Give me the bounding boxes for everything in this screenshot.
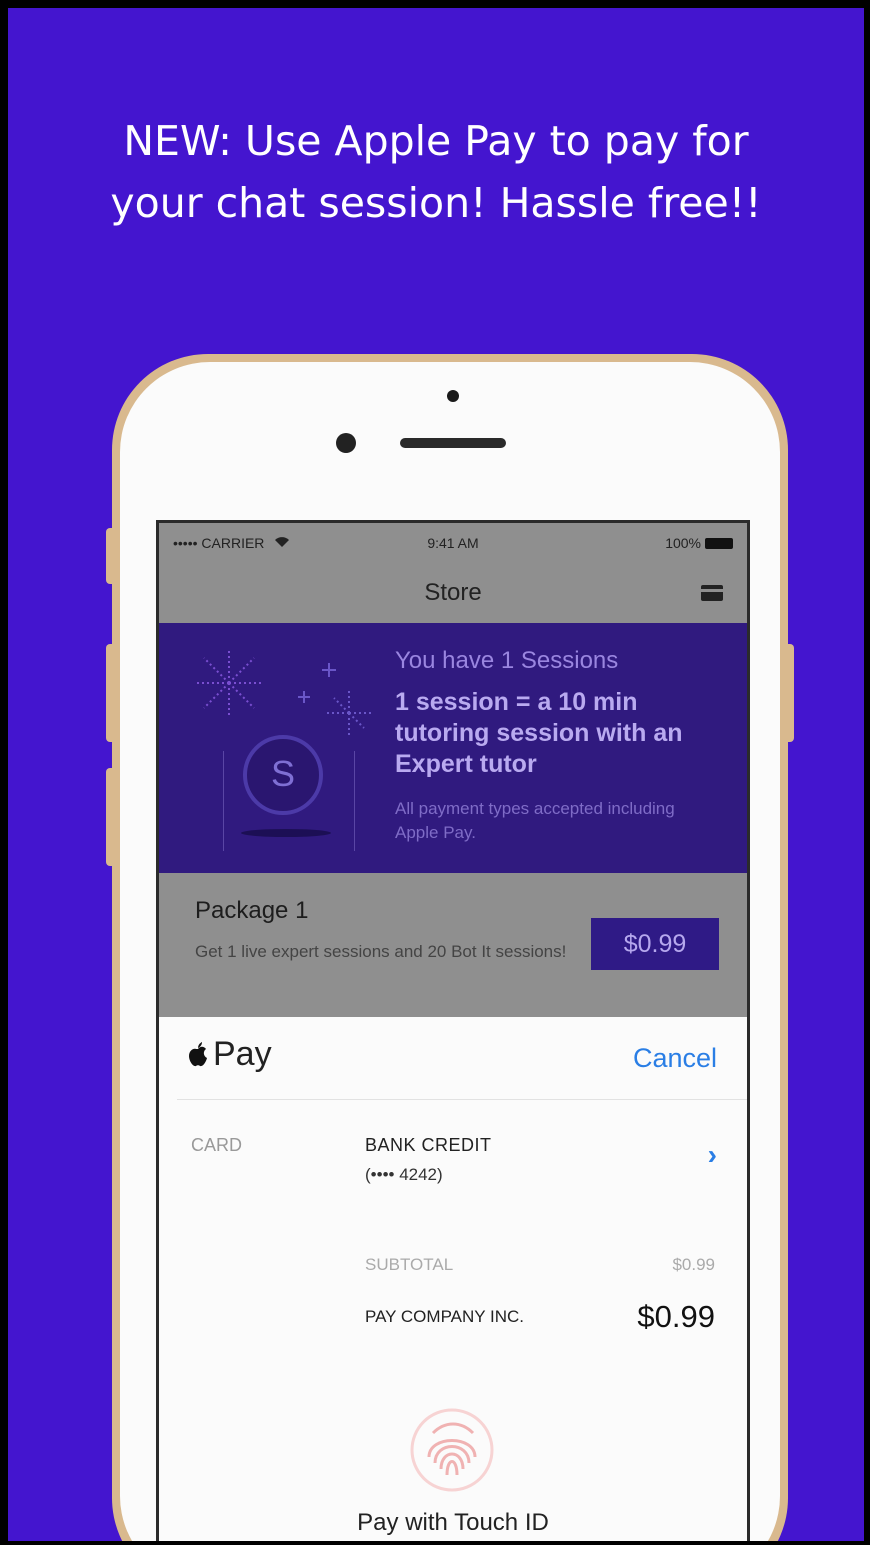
- session-description: 1 session = a 10 min tutoring session wi…: [395, 688, 683, 778]
- nav-bar: Store: [159, 567, 747, 623]
- sessions-banner: S You have 1 Sessions 1 session = a 10 m…: [159, 623, 747, 873]
- fingerprint-icon[interactable]: [409, 1407, 495, 1493]
- page-title: Store: [424, 579, 482, 606]
- cancel-button[interactable]: Cancel: [633, 1043, 717, 1074]
- merchant-name: PAY COMPANY INC.: [365, 1307, 525, 1326]
- earpiece-speaker: [400, 438, 506, 448]
- battery-percent: 100%: [665, 535, 701, 551]
- battery-icon: [705, 537, 733, 549]
- promo-headline: NEW: Use Apple Pay to pay for your chat …: [8, 110, 864, 234]
- apple-pay-logo: Pay: [187, 1035, 272, 1074]
- card-label: CARD: [191, 1135, 243, 1155]
- package-name: Package 1: [195, 897, 309, 924]
- package-price-button[interactable]: $0.99: [591, 918, 719, 970]
- card-number[interactable]: (•••• 4242): [365, 1165, 443, 1185]
- subtotal-label: SUBTOTAL: [365, 1255, 454, 1274]
- sessions-count: You have 1 Sessions: [395, 647, 619, 674]
- apple-pay-sheet: Pay Cancel CARD BANK CREDIT (•••• 4242) …: [159, 1017, 747, 1541]
- apple-icon: [189, 1041, 207, 1066]
- payment-note: All payment types accepted including App…: [395, 799, 675, 842]
- subtotal-value: $0.99: [672, 1255, 715, 1274]
- session-coin-icon: S: [243, 735, 323, 815]
- battery-indicator: 100%: [665, 535, 733, 551]
- package-row: Package 1 Get 1 live expert sessions and…: [159, 873, 747, 1017]
- coin-shadow: [241, 829, 331, 837]
- touch-id-label: Pay with Touch ID: [357, 1509, 549, 1536]
- headline-line-2: your chat session! Hassle free!!: [110, 179, 762, 227]
- credit-card-icon[interactable]: [701, 585, 723, 601]
- headline-line-1: NEW: Use Apple Pay to pay for: [123, 117, 749, 165]
- total-amount: $0.99: [637, 1299, 715, 1334]
- status-time: 9:41 AM: [427, 535, 479, 551]
- status-bar: ••••• CARRIER 9:41 AM 100%: [159, 523, 747, 567]
- apple-pay-text: Pay: [213, 1035, 272, 1073]
- chevron-right-icon[interactable]: ›: [708, 1139, 717, 1171]
- card-name[interactable]: BANK CREDIT: [365, 1135, 492, 1156]
- proximity-sensor: [447, 390, 459, 402]
- promo-screen: NEW: Use Apple Pay to pay for your chat …: [0, 0, 870, 1545]
- phone-screen: ••••• CARRIER 9:41 AM 100% Store S You h…: [156, 520, 750, 1541]
- package-description: Get 1 live expert sessions and 20 Bot It…: [195, 942, 567, 961]
- front-camera-icon: [336, 433, 356, 453]
- sheet-divider: [177, 1099, 747, 1100]
